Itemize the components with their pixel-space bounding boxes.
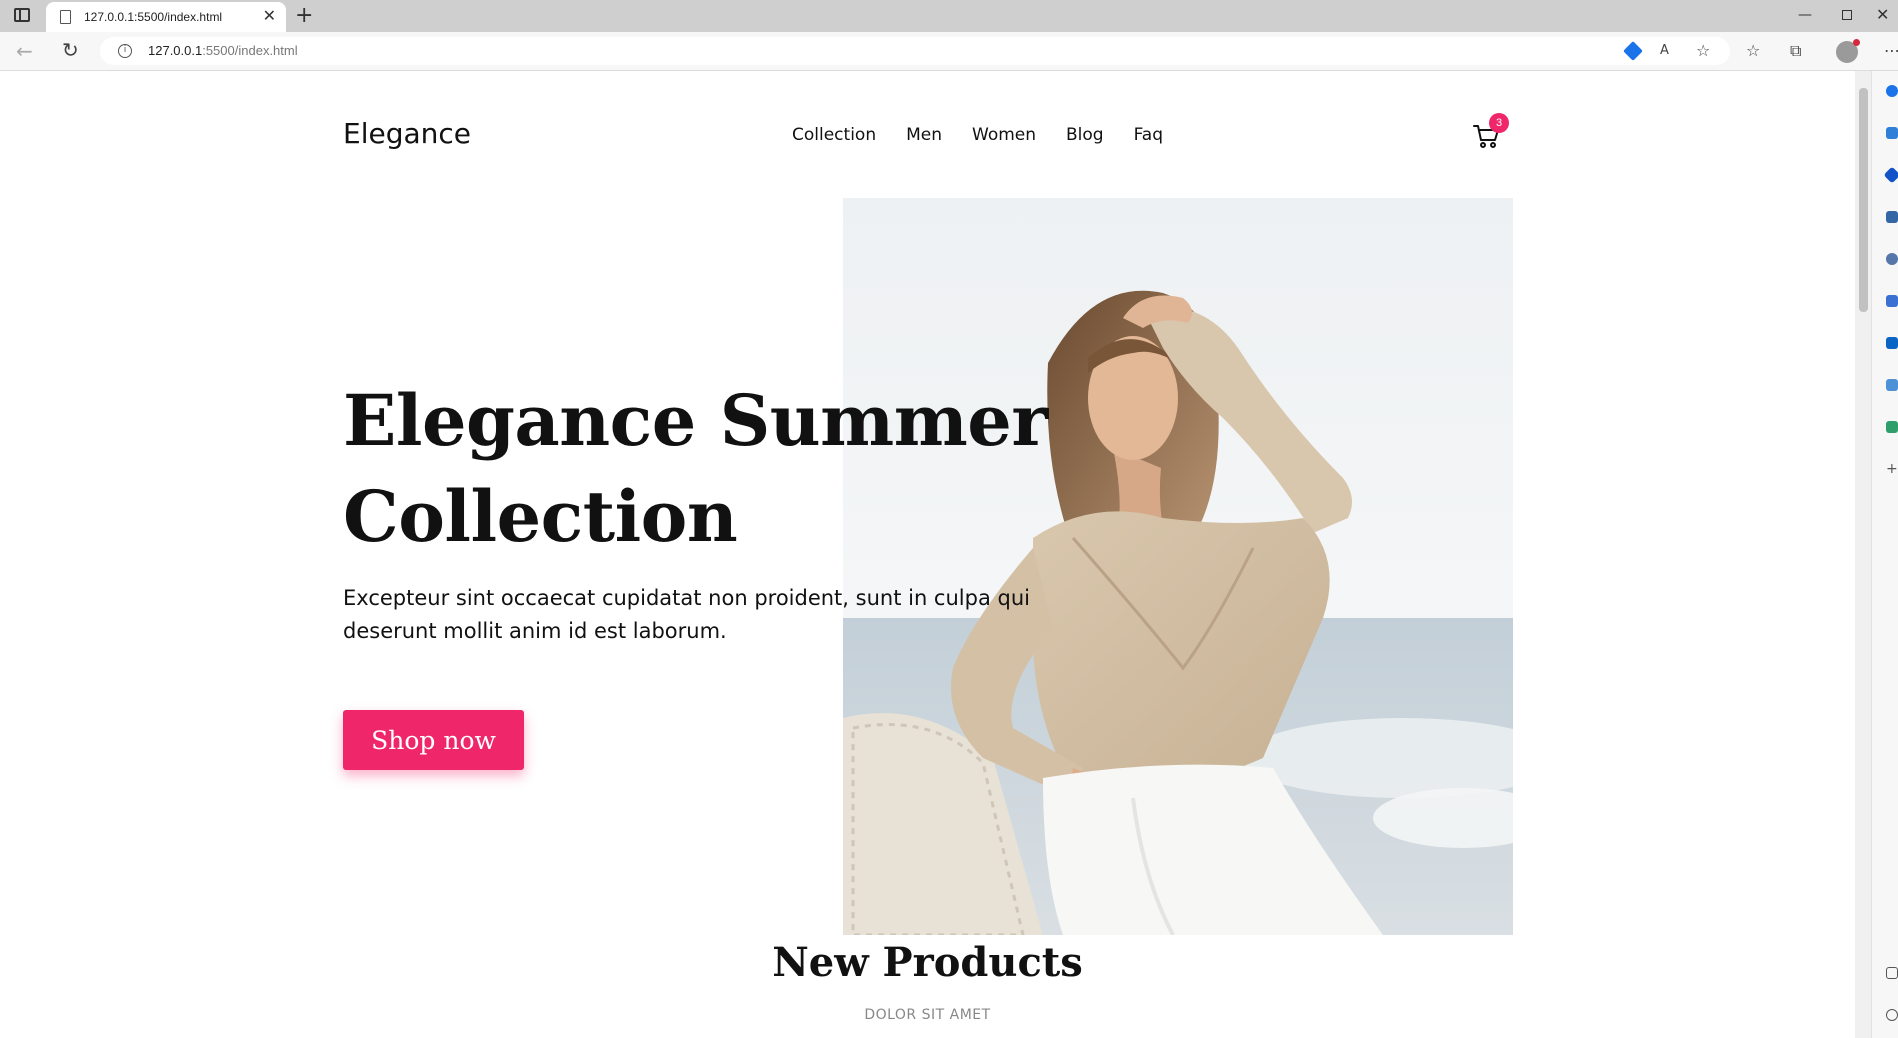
back-icon[interactable]: ← — [16, 39, 33, 63]
outlook-icon[interactable] — [1886, 337, 1898, 349]
browser-toolbar: ← ↻ i 127.0.0.1:5500/index.html A ☆ ☆ ⧉ … — [0, 32, 1898, 71]
discover-icon[interactable] — [1886, 127, 1898, 139]
designer-icon[interactable] — [1886, 379, 1898, 391]
tab-title: 127.0.0.1:5500/index.html — [84, 10, 223, 24]
edge-sidebar: + — [1871, 71, 1898, 1038]
browser-tab-bar: 127.0.0.1:5500/index.html ✕ + — ✕ — [0, 0, 1898, 32]
address-bar[interactable]: i 127.0.0.1:5500/index.html — [100, 37, 1730, 65]
restore-icon[interactable] — [1842, 10, 1852, 20]
add-sidebar-icon[interactable]: + — [1886, 462, 1898, 476]
reload-icon[interactable]: ↻ — [62, 38, 79, 62]
hero-title-line-2: Collection — [343, 475, 738, 558]
close-tab-icon[interactable]: ✕ — [263, 7, 276, 25]
drop-icon[interactable] — [1886, 421, 1898, 433]
scrollbar-thumb[interactable] — [1859, 88, 1868, 312]
games-icon[interactable] — [1886, 295, 1898, 307]
shopping-icon[interactable] — [1883, 166, 1898, 184]
profile-avatar-icon[interactable] — [1836, 39, 1860, 63]
tab-actions-icon[interactable] — [14, 8, 30, 22]
collections-icon[interactable]: ⧉ — [1790, 42, 1801, 60]
cart-count-badge: 3 — [1489, 113, 1509, 133]
new-products-title: New Products — [772, 939, 1083, 986]
nav-link-blog[interactable]: Blog — [1066, 125, 1104, 145]
search-icon[interactable] — [1886, 85, 1898, 97]
more-menu-icon[interactable]: ⋯ — [1884, 42, 1898, 60]
sidebar-settings-icon[interactable] — [1886, 1009, 1898, 1021]
page-scrollbar[interactable] — [1855, 71, 1871, 1038]
hero-description: Excepteur sint occaecat cupidatat non pr… — [343, 582, 1043, 648]
shop-now-button[interactable]: Shop now — [343, 710, 524, 770]
people-icon[interactable] — [1886, 253, 1898, 265]
hero-description-line-1: Excepteur sint occaecat cupidatat non pr… — [343, 586, 1030, 610]
nav-link-faq[interactable]: Faq — [1134, 125, 1163, 145]
new-products-subtitle: DOLOR SIT AMET — [864, 1007, 991, 1023]
nav-link-women[interactable]: Women — [972, 125, 1036, 145]
site-header: Elegance Collection Men Women Blog Faq 3 — [343, 113, 1513, 157]
sidebar-toggle-icon[interactable] — [1886, 967, 1898, 979]
hero-description-line-2: deserunt mollit anim id est laborum. — [343, 619, 727, 643]
favorites-icon[interactable]: ☆ — [1746, 42, 1760, 60]
browser-tab[interactable]: 127.0.0.1:5500/index.html ✕ — [46, 2, 286, 32]
web-page: Elegance Collection Men Women Blog Faq 3… — [0, 71, 1855, 1038]
favorite-add-icon[interactable]: ☆ — [1696, 42, 1710, 60]
read-aloud-icon[interactable]: A — [1660, 42, 1669, 60]
main-nav: Collection Men Women Blog Faq — [792, 125, 1163, 145]
minimize-icon[interactable]: — — [1798, 7, 1812, 23]
tools-icon[interactable] — [1886, 211, 1898, 223]
hero-model-image — [843, 198, 1513, 935]
nav-link-men[interactable]: Men — [906, 125, 942, 145]
new-tab-icon[interactable]: + — [295, 3, 313, 29]
window-close-icon[interactable]: ✕ — [1876, 5, 1889, 24]
url-text[interactable]: 127.0.0.1:5500/index.html — [148, 43, 298, 58]
nav-link-collection[interactable]: Collection — [792, 125, 876, 145]
site-info-icon[interactable]: i — [118, 44, 132, 58]
hero-title: Elegance Summer Collection — [343, 373, 1103, 565]
hero-title-line-1: Elegance Summer — [343, 379, 1048, 462]
site-logo[interactable]: Elegance — [343, 117, 471, 150]
page-icon — [60, 10, 71, 24]
